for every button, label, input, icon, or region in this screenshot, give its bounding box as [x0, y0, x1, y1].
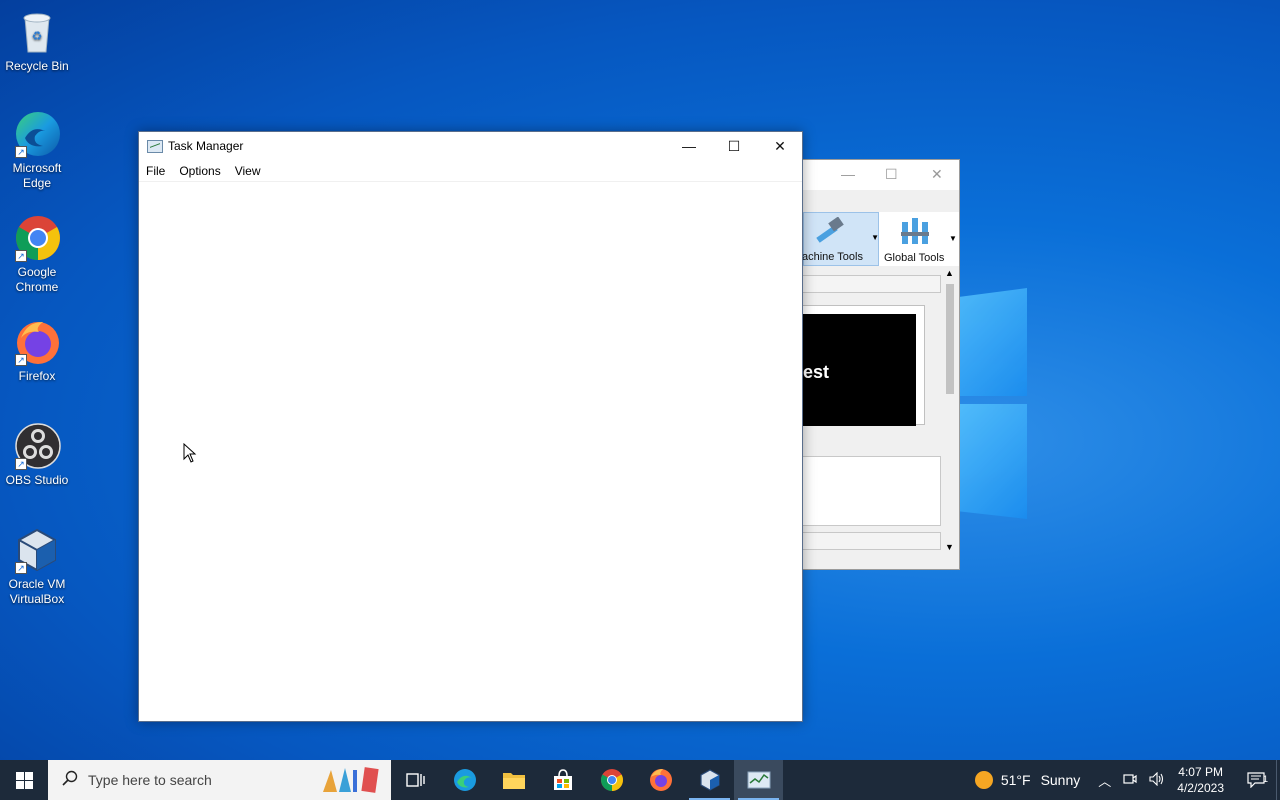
taskbar-file-explorer[interactable] — [489, 760, 538, 800]
desktop-icon-label: OBS Studio — [5, 473, 69, 487]
task-manager-icon — [747, 771, 770, 789]
folder-icon — [502, 773, 525, 789]
clock[interactable]: 4:07 PM 4/2/2023 — [1177, 764, 1224, 796]
vm-preview-screen: test — [803, 314, 916, 426]
chevron-down-icon[interactable]: ▼ — [949, 234, 957, 243]
taskbar-edge[interactable] — [440, 760, 489, 800]
desktop-icon-edge[interactable]: ↗ Microsoft Edge — [2, 110, 72, 191]
details-section — [803, 456, 941, 526]
weather-widget[interactable]: 51°F Sunny — [974, 771, 1081, 789]
scroll-down-icon[interactable]: ▼ — [945, 542, 954, 552]
global-tools-button[interactable]: Global Tools — [881, 212, 944, 266]
menu-bar: File Options View — [139, 160, 802, 182]
desktop-icon-firefox[interactable]: ↗ Firefox — [2, 318, 72, 384]
menu-file[interactable]: File — [146, 164, 172, 178]
edge-icon: ↗ — [13, 110, 61, 158]
search-icon — [62, 770, 78, 791]
virtualbox-toolbar: achine Tools ▼ Global Tools ▼ — [803, 212, 959, 266]
minimize-icon[interactable]: — — [841, 166, 855, 182]
svg-text:♻: ♻ — [32, 29, 43, 43]
task-manager-titlebar[interactable]: Task Manager — ☐ ✕ — [139, 132, 802, 160]
scrollbar[interactable]: ▲ ▼ — [943, 268, 957, 552]
virtualbox-manager-window[interactable]: — ☐ ✕ achine Tools ▼ Global Tools ▼ test… — [802, 159, 960, 570]
maximize-button[interactable]: ☐ — [711, 132, 757, 160]
task-view-button[interactable] — [391, 760, 440, 800]
taskbar-task-manager[interactable] — [734, 760, 783, 800]
windows-start-icon — [15, 771, 33, 789]
chrome-icon: ↗ — [13, 214, 61, 262]
maximize-icon: ☐ — [727, 137, 741, 154]
taskbar-virtualbox[interactable] — [685, 760, 734, 800]
desktop-icon-obs[interactable]: ↗ OBS Studio — [2, 422, 72, 488]
desktop-icon-label: Firefox — [18, 369, 56, 383]
close-icon[interactable]: ✕ — [931, 166, 943, 183]
desktop-icon-label: Google Chrome — [15, 265, 59, 294]
obs-icon: ↗ — [13, 422, 61, 470]
close-button[interactable]: ✕ — [757, 132, 803, 160]
edge-icon — [453, 769, 476, 791]
notification-center-button[interactable]: 1 — [1236, 772, 1276, 788]
task-manager-window[interactable]: Task Manager — ☐ ✕ File Options View — [138, 131, 803, 722]
desktop-icon-label: Oracle VM VirtualBox — [8, 577, 66, 606]
volume-icon[interactable] — [1149, 771, 1165, 789]
taskbar-chrome[interactable] — [587, 760, 636, 800]
taskbar-search-box[interactable]: Type here to search — [48, 760, 391, 800]
weather-temp: 51°F — [1000, 772, 1031, 788]
show-hidden-icons-icon[interactable]: ︿ — [1098, 771, 1111, 790]
weather-condition: Sunny — [1040, 772, 1081, 788]
minimize-icon: — — [682, 138, 696, 154]
chevron-down-icon[interactable]: ▼ — [871, 233, 879, 242]
taskbar-firefox[interactable] — [636, 760, 685, 800]
desktop-icon-virtualbox[interactable]: ↗ Oracle VM VirtualBox — [2, 526, 72, 607]
maximize-icon[interactable]: ☐ — [885, 166, 898, 183]
task-manager-icon — [147, 140, 163, 153]
start-button[interactable] — [0, 760, 48, 800]
close-icon: ✕ — [774, 137, 786, 154]
menu-options[interactable]: Options — [179, 164, 227, 178]
virtualbox-icon — [699, 769, 720, 791]
firefox-icon: ↗ — [13, 318, 61, 366]
clock-date: 4/2/2023 — [1177, 781, 1224, 795]
notification-count: 1 — [1262, 774, 1268, 784]
taskbar-store[interactable] — [538, 760, 587, 800]
global-tools-icon — [901, 218, 929, 244]
search-placeholder: Type here to search — [88, 772, 212, 788]
chrome-icon — [600, 769, 623, 791]
desktop-icon-chrome[interactable]: ↗ Google Chrome — [2, 214, 72, 295]
details-section-header — [803, 532, 941, 550]
hammer-icon — [816, 217, 844, 243]
system-tray: 51°F Sunny ︿ 4:07 PM 4/2/2023 1 — [974, 760, 1280, 800]
vm-preview-panel: test — [803, 305, 925, 426]
store-icon — [553, 769, 572, 790]
show-desktop-button[interactable] — [1276, 760, 1280, 800]
desktop-icon-recycle-bin[interactable]: ♻ Recycle Bin — [2, 8, 72, 74]
task-view-icon — [405, 773, 425, 787]
desktop-icon-label: Recycle Bin — [5, 59, 69, 73]
machine-tools-button[interactable]: achine Tools ▼ — [803, 212, 879, 266]
recycle-bin-icon: ♻ — [13, 8, 61, 56]
search-highlight-icon — [323, 767, 379, 793]
clock-time: 4:07 PM — [1178, 765, 1223, 779]
menu-view[interactable]: View — [235, 164, 268, 178]
taskbar: Type here to search 51°F Sunny ︿ 4:07 PM… — [0, 760, 1280, 800]
virtualbox-titlebar: — ☐ ✕ — [803, 160, 959, 190]
task-manager-content — [139, 182, 802, 722]
minimize-button[interactable]: — — [666, 132, 712, 160]
meet-now-icon[interactable] — [1123, 772, 1137, 789]
firefox-icon — [649, 769, 672, 791]
scroll-up-icon[interactable]: ▲ — [945, 268, 954, 278]
virtualbox-icon: ↗ — [13, 526, 61, 574]
window-title: Task Manager — [168, 139, 244, 153]
desktop-icon-label: Microsoft Edge — [12, 161, 62, 190]
sun-icon — [974, 771, 993, 789]
scrollbar-thumb[interactable] — [946, 284, 954, 394]
details-header — [803, 275, 941, 293]
